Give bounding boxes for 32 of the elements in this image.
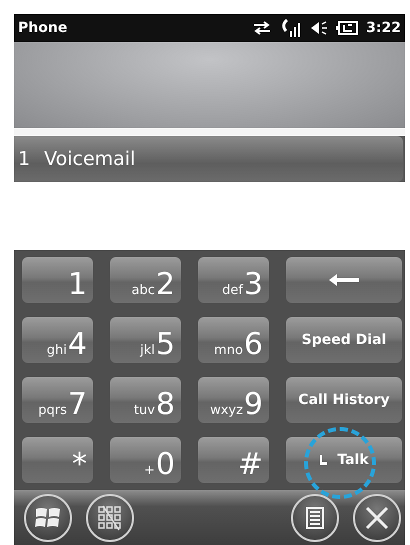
dial-key[interactable]: tuv 8 [110,377,181,423]
dial-key[interactable]: pqrs 7 [22,377,93,423]
close-button[interactable] [353,494,401,542]
dial-key[interactable]: 1 [22,257,93,303]
app-title: Phone [18,20,68,36]
dial-key[interactable]: abc 2 [110,257,181,303]
start-button[interactable] [24,494,72,542]
speed-dial-entry[interactable]: 1 Voicemail [14,136,403,182]
dial-key[interactable]: # [198,437,269,483]
close-icon [365,506,389,530]
dial-key[interactable]: +0 [110,437,181,483]
windows-flag-icon [35,506,61,530]
clock-time: 3:22 [366,20,401,36]
crossed-keypad-icon [97,504,123,530]
battery-icon [336,21,358,35]
backspace-key[interactable] [286,257,402,303]
action-key[interactable]: Call History [286,377,402,423]
keypad-toggle-button[interactable] [86,494,134,542]
dial-key[interactable]: def3 [198,257,269,303]
dial-key[interactable]: jkl 5 [110,317,181,363]
menu-button[interactable] [291,494,339,542]
dial-key[interactable]: ghi 4 [22,317,93,363]
menu-icon [306,506,324,528]
dial-key[interactable]: mno 6 [198,317,269,363]
action-key[interactable]: Speed Dial [286,317,402,363]
sync-arrows-icon [252,21,272,35]
backspace-arrow-icon [329,274,359,286]
talk-key[interactable]: Talk [286,437,402,483]
signal-icon [280,19,302,37]
speaker-icon [310,20,328,36]
dial-key[interactable]: * [22,437,93,483]
dial-key[interactable]: wxyz 9 [198,377,269,423]
